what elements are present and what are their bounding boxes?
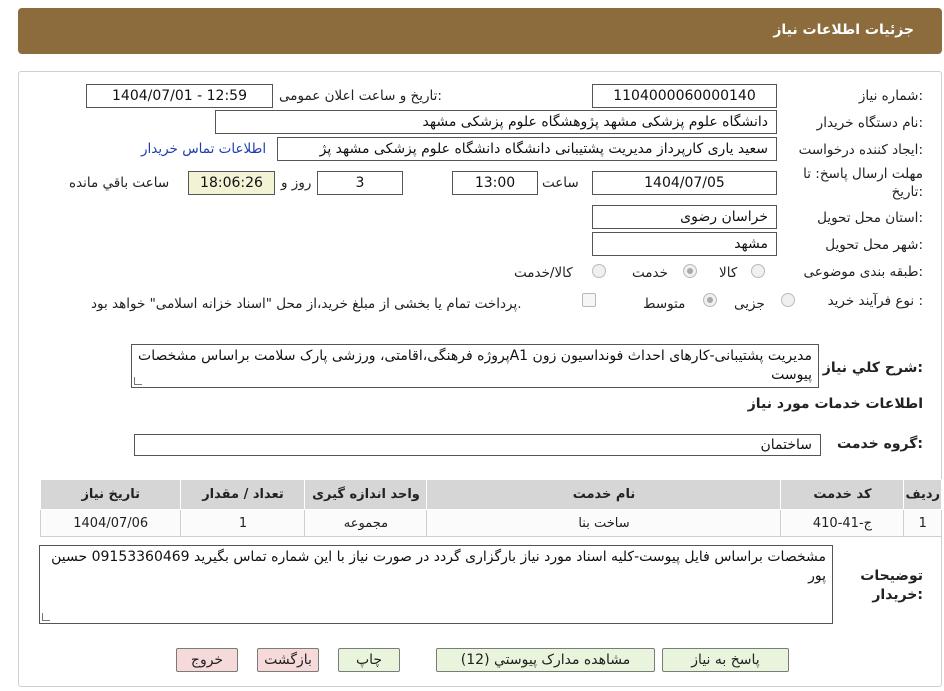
process-option-medium: متوسط xyxy=(643,296,686,312)
column-header-unit: واحد اندازه گیری xyxy=(304,479,428,510)
days-field: 3 xyxy=(317,171,403,195)
services-table: ردیف کد خدمت نام خدمت واحد اندازه گیری ت… xyxy=(39,479,942,537)
service-group-label: گروه خدمت: xyxy=(837,436,923,452)
page-header: جزئیات اطلاعات نیاز xyxy=(18,8,942,54)
reply-to-need-button[interactable]: پاسخ به نیاز xyxy=(662,648,789,672)
treasury-payment-checkbox[interactable] xyxy=(582,293,596,307)
cell-service-name: ساخت بنا xyxy=(426,509,782,537)
need-number-label: شماره نیاز: xyxy=(858,88,923,104)
column-header-row-number: ردیف xyxy=(903,479,942,510)
province-field: خراسان رضوی xyxy=(592,205,777,229)
cell-quantity: 1 xyxy=(180,509,306,537)
exit-button[interactable]: خروج xyxy=(176,648,238,672)
page-title: جزئیات اطلاعات نیاز xyxy=(773,22,914,38)
remaining-time-field: 18:06:26 xyxy=(188,171,275,195)
services-section-title: اطلاعات خدمات مورد نياز xyxy=(747,396,923,412)
resize-grip-icon[interactable] xyxy=(42,613,50,621)
table-row: 1 ج-41-410 ساخت بنا مجموعه 1 1404/07/06 xyxy=(39,509,942,537)
category-label: طبقه بندی موضوعی: xyxy=(803,264,923,280)
category-radio-goods-service[interactable] xyxy=(592,264,606,278)
column-header-service-code: کد خدمت xyxy=(780,479,905,510)
category-option-goods: کالا xyxy=(719,265,738,281)
buyer-org-label: نام دستگاه خریدار: xyxy=(816,115,923,131)
category-radio-goods[interactable] xyxy=(751,264,765,278)
cell-unit: مجموعه xyxy=(304,509,428,537)
deadline-time-field: 13:00 xyxy=(452,171,538,195)
buyer-notes-label-2: خریدار: xyxy=(872,587,923,603)
need-number-field: 1104000060000140 xyxy=(592,84,777,108)
city-label: شهر محل تحویل: xyxy=(825,237,923,253)
cell-service-code: ج-41-410 xyxy=(780,509,905,537)
process-radio-medium[interactable] xyxy=(703,293,717,307)
category-option-service: خدمت xyxy=(632,265,668,281)
treasury-payment-note: پرداخت تمام یا بخشی از مبلغ خرید،از محل … xyxy=(91,296,522,312)
cell-row-number: 1 xyxy=(903,509,942,537)
buyer-notes-text: مشخصات براساس فایل پیوست-کلیه اسناد مورد… xyxy=(51,549,826,584)
announce-datetime-label: تاریخ و ساعت اعلان عمومی: xyxy=(279,88,442,104)
remaining-time-label: ساعت باقي مانده xyxy=(69,175,170,191)
requester-field: سعید یاری کارپرداز مدیریت پشتیبانی دانشگ… xyxy=(277,137,777,161)
view-attachments-button[interactable]: مشاهده مدارک پیوستي (12) xyxy=(436,648,655,672)
summary-label: شرح کلي نياز: xyxy=(822,360,923,376)
service-group-field: ساختمان xyxy=(134,434,821,456)
buyer-org-field: دانشگاه علوم پزشکی مشهد پژوهشگاه علوم پز… xyxy=(215,110,777,134)
buyer-notes-textarea[interactable]: مشخصات براساس فایل پیوست-کلیه اسناد مورد… xyxy=(39,545,833,624)
deadline-label: مهلت ارسال پاسخ: تا xyxy=(803,166,923,182)
process-type-label: نوع فرآیند خرید : xyxy=(827,293,923,309)
deadline-date-field: 1404/07/05 xyxy=(592,171,777,195)
summary-textarea[interactable]: مدیریت پشتیبانی-کارهای احداث فونداسیون ز… xyxy=(131,344,819,388)
summary-text: مدیریت پشتیبانی-کارهای احداث فونداسیون ز… xyxy=(138,348,812,383)
print-button[interactable]: چاپ xyxy=(338,648,400,672)
province-label: استان محل تحویل: xyxy=(817,210,923,226)
column-header-need-date: تاریخ نیاز xyxy=(39,479,182,510)
requester-label: ایجاد کننده درخواست: xyxy=(798,142,923,158)
services-table-header: ردیف کد خدمت نام خدمت واحد اندازه گیری ت… xyxy=(39,479,942,510)
process-option-minor: جزیی xyxy=(734,296,765,312)
category-option-goods-service: کالا/خدمت xyxy=(514,265,573,281)
category-radio-service[interactable] xyxy=(683,264,697,278)
back-button[interactable]: بازگشت xyxy=(257,648,319,672)
resize-grip-icon[interactable] xyxy=(134,377,142,385)
days-label: روز و xyxy=(281,175,312,191)
city-field: مشهد xyxy=(592,232,777,256)
process-radio-minor[interactable] xyxy=(781,293,795,307)
deadline-time-label: ساعت xyxy=(542,175,579,191)
buyer-contact-link[interactable]: اطلاعات تماس خریدار xyxy=(141,141,266,157)
column-header-service-name: نام خدمت xyxy=(426,479,782,510)
cell-need-date: 1404/07/06 xyxy=(39,509,182,537)
announce-datetime-field: 1404/07/01 - 12:59 xyxy=(86,84,273,108)
details-panel: شماره نیاز: 1104000060000140 تاریخ و ساع… xyxy=(18,71,942,687)
buyer-notes-label: توضیحات xyxy=(860,568,923,584)
column-header-quantity: تعداد / مقدار xyxy=(180,479,306,510)
deadline-label-date: تاریخ: xyxy=(891,184,923,200)
